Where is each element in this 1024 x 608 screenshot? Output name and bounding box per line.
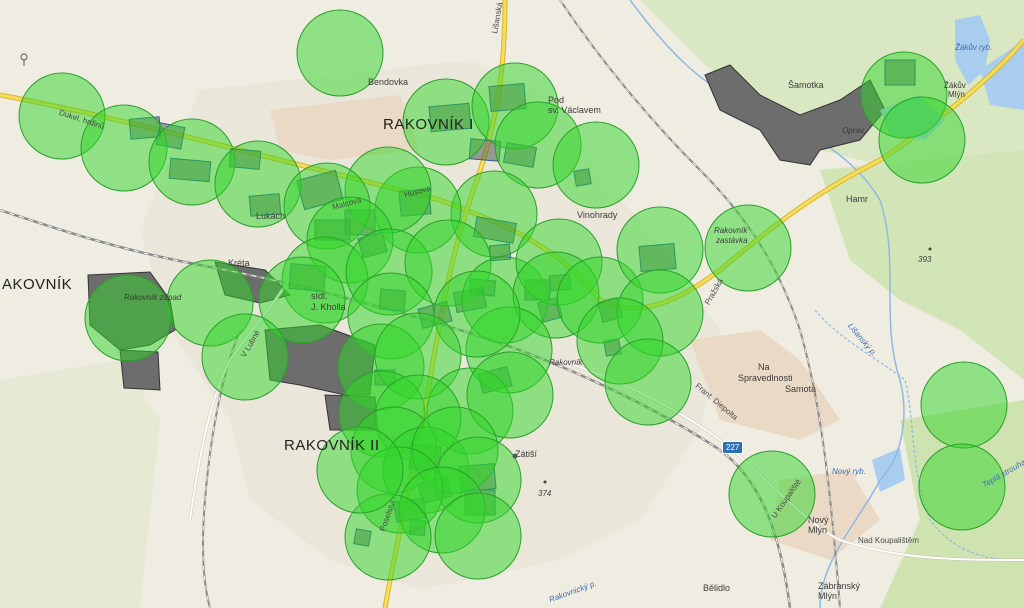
place-label-j-kholla: J. Kholla <box>311 302 346 312</box>
place-label-rakovnik-i: RAKOVNÍK I <box>383 116 474 133</box>
coverage-circle <box>552 121 640 209</box>
stop-label-rakovnik: Rakovník <box>714 226 748 235</box>
coverage-circle <box>918 443 1006 531</box>
place-label-zabransky: Zábranský <box>818 581 861 591</box>
street-label-nad-koupalistem: Nad Koupalištěm <box>858 536 919 545</box>
coverage-circle <box>920 361 1008 449</box>
stop-label-rakovnik-zapad: Rakovník západ <box>124 293 182 302</box>
place-label-rakovnik-ii: RAKOVNÍK II <box>284 437 380 454</box>
place-label-samota: Samota <box>785 384 817 394</box>
stop-label-zastavka: zastávka <box>716 236 748 245</box>
place-label-sv-vaclavem: sv. Václavem <box>548 105 601 115</box>
coverage-overlay <box>18 9 1008 581</box>
elevation-label-374: 374 <box>538 489 552 498</box>
coverage-circle <box>878 96 966 184</box>
elevation-label-393: 393 <box>918 255 932 264</box>
coverage-circle <box>728 450 816 538</box>
map-canvas[interactable]: RAKOVNÍK I RAKOVNÍK II AKOVNÍK Bendovka … <box>0 0 1024 608</box>
place-label-zakuv-mlyn: Mlýn <box>948 90 965 99</box>
place-label-na: Na <box>758 362 770 372</box>
coverage-circle <box>604 338 692 426</box>
place-label-belidlo: Bělidlo <box>703 583 731 593</box>
place-label-hamr: Hamr <box>846 194 868 204</box>
place-label-pod: Pod <box>548 95 565 105</box>
place-label-bendovka: Bendovka <box>368 77 409 87</box>
place-label-mlyn: Mlýn <box>808 525 828 535</box>
place-label-zabransky-mlyn: Mlýn <box>818 591 838 601</box>
label-opravarna: Oprav. <box>842 126 866 135</box>
place-label-zatisi: Zátiší <box>515 449 538 459</box>
road-shield-227: 227 <box>722 441 744 454</box>
place-label-sidl: sídl. <box>311 291 328 301</box>
place-label-zakuv: Žákův <box>944 81 966 90</box>
place-label-spravedlnosti: Spravedlnosti <box>738 373 793 383</box>
place-label-lukach: Lukách <box>256 211 286 221</box>
place-label-samotka: Šamotka <box>788 80 824 90</box>
water-label-novy-rybnik: Nový ryb. <box>832 467 866 476</box>
place-label-vinohrady: Vinohrady <box>577 210 618 220</box>
coverage-circle <box>84 274 172 362</box>
coverage-circle <box>434 492 522 580</box>
place-label-rakovnik: AKOVNÍK <box>2 276 73 293</box>
station-label-rakovnik: Rakovník <box>549 358 583 367</box>
water-label-zakuv-rybnik: Žákův ryb. <box>955 43 993 52</box>
place-label-kreta: Kréta <box>228 258 250 268</box>
place-label-novy: Nový <box>808 515 829 525</box>
